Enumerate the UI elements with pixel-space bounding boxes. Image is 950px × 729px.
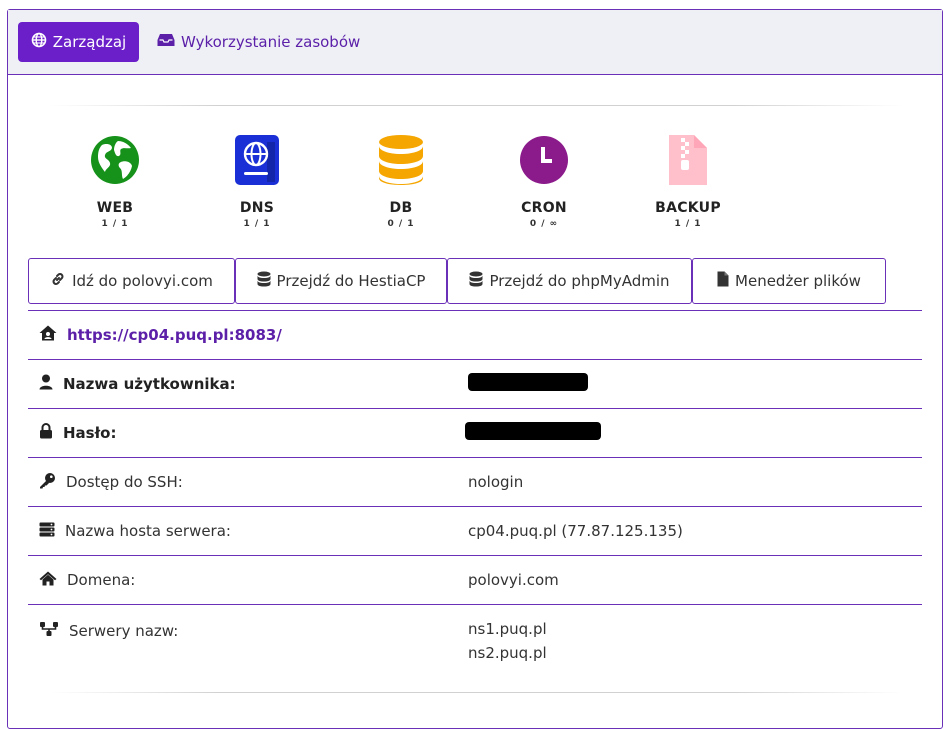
user-icon — [39, 374, 53, 394]
details-list: https://cp04.puq.pl:8083/ Nazwa użytkown… — [28, 310, 922, 678]
tab-manage-label: Zarządzaj — [52, 33, 127, 51]
file-manager-button[interactable]: Menedżer plików — [692, 258, 886, 304]
go-to-site-label: Idź do polovyi.com — [72, 272, 213, 290]
ssh-label: Dostęp do SSH: — [66, 473, 183, 491]
divider — [48, 105, 904, 106]
hostname-label: Nazwa hosta serwera: — [65, 522, 231, 540]
phpmyadmin-label: Przejdź do phpMyAdmin — [489, 272, 670, 290]
username-label: Nazwa użytkownika: — [63, 375, 236, 393]
domain-label-cell: Domena: — [28, 571, 468, 590]
redacted-username — [468, 373, 588, 391]
nameservers-row: Serwery nazw: ns1.puq.pl ns2.puq.pl — [28, 604, 922, 678]
database-icon — [351, 134, 451, 186]
tab-resource-usage-label: Wykorzystanie zasobów — [181, 33, 361, 51]
resource-stats: WEB 1 / 1 DNS 1 / 1 DB 0 / 1 CRON 0 / ∞ … — [68, 134, 848, 244]
service-card: Zarządzaj Wykorzystanie zasobów WEB 1 / … — [7, 9, 943, 729]
stat-db-count: 0 / 1 — [387, 219, 415, 229]
stat-db-name: DB — [389, 200, 413, 216]
tab-resource-usage[interactable]: Wykorzystanie zasobów — [139, 22, 376, 62]
clock-icon — [494, 134, 594, 186]
username-label-cell: Nazwa użytkownika: — [28, 374, 468, 394]
domain-value: polovyi.com — [468, 571, 559, 589]
hostname-value: cp04.puq.pl (77.87.125.135) — [468, 522, 683, 540]
network-wired-icon — [39, 621, 59, 641]
server-icon — [39, 522, 55, 541]
stat-web-name: WEB — [96, 200, 134, 216]
key-icon — [39, 472, 56, 493]
house-user-icon — [39, 325, 57, 345]
hostname-row: Nazwa hosta serwera: cp04.puq.pl (77.87.… — [28, 506, 922, 555]
stat-backup-count: 1 / 1 — [674, 219, 702, 229]
stat-cron-count: 0 / ∞ — [529, 219, 559, 229]
globe-icon — [31, 32, 47, 52]
ssh-label-cell: Dostęp do SSH: — [28, 472, 468, 493]
nameserver-1: ns1.puq.pl — [468, 620, 547, 638]
stat-dns-name: DNS — [239, 200, 275, 216]
tab-manage[interactable]: Zarządzaj — [18, 22, 139, 62]
stat-web-count: 1 / 1 — [101, 219, 129, 229]
stat-db: DB 0 / 1 — [351, 134, 451, 229]
nameserver-2: ns2.puq.pl — [468, 644, 547, 662]
redacted-password — [465, 422, 601, 440]
nameservers-label-cell: Serwery nazw: — [28, 621, 468, 641]
file-zipper-icon — [638, 134, 738, 186]
password-label-cell: Hasło: — [28, 423, 468, 443]
card-header: Zarządzaj Wykorzystanie zasobów — [8, 10, 942, 75]
passport-icon — [207, 134, 307, 186]
panel-url-link[interactable]: https://cp04.puq.pl:8083/ — [67, 326, 282, 344]
stat-backup: BACKUP 1 / 1 — [638, 134, 738, 229]
stat-cron-name: CRON — [521, 200, 567, 216]
panel-url-cell: https://cp04.puq.pl:8083/ — [28, 325, 282, 345]
link-icon — [50, 271, 66, 291]
password-row: Hasło: — [28, 408, 922, 457]
nameservers-values: ns1.puq.pl ns2.puq.pl — [468, 617, 922, 665]
divider-bottom — [48, 692, 904, 693]
nameservers-label: Serwery nazw: — [69, 622, 179, 640]
stat-web: WEB 1 / 1 — [65, 134, 165, 229]
domain-row: Domena: polovyi.com — [28, 555, 922, 604]
file-icon — [717, 271, 729, 291]
username-row: Nazwa użytkownika: — [28, 359, 922, 408]
username-value — [468, 373, 922, 395]
inbox-icon — [157, 33, 175, 51]
hestiacp-button[interactable]: Przejdź do HestiaCP — [235, 258, 447, 304]
hostname-label-cell: Nazwa hosta serwera: — [28, 522, 468, 541]
ssh-value: nologin — [468, 473, 524, 491]
home-icon — [39, 571, 57, 590]
lock-icon — [39, 423, 53, 443]
database-small-icon — [469, 271, 483, 291]
stat-dns: DNS 1 / 1 — [207, 134, 307, 229]
database-small-icon — [257, 271, 271, 291]
file-manager-label: Menedżer plików — [735, 272, 861, 290]
stat-dns-count: 1 / 1 — [243, 219, 271, 229]
phpmyadmin-button[interactable]: Przejdź do phpMyAdmin — [447, 258, 692, 304]
ssh-row: Dostęp do SSH: nologin — [28, 457, 922, 506]
stat-backup-name: BACKUP — [655, 200, 721, 216]
panel-url-row: https://cp04.puq.pl:8083/ — [28, 310, 922, 359]
password-value — [465, 422, 922, 444]
domain-label: Domena: — [67, 571, 136, 589]
stat-cron: CRON 0 / ∞ — [494, 134, 594, 229]
password-label: Hasło: — [63, 424, 117, 442]
globe-earth-icon — [65, 134, 165, 186]
hestiacp-label: Przejdź do HestiaCP — [276, 272, 426, 290]
go-to-site-button[interactable]: Idź do polovyi.com — [28, 258, 235, 304]
